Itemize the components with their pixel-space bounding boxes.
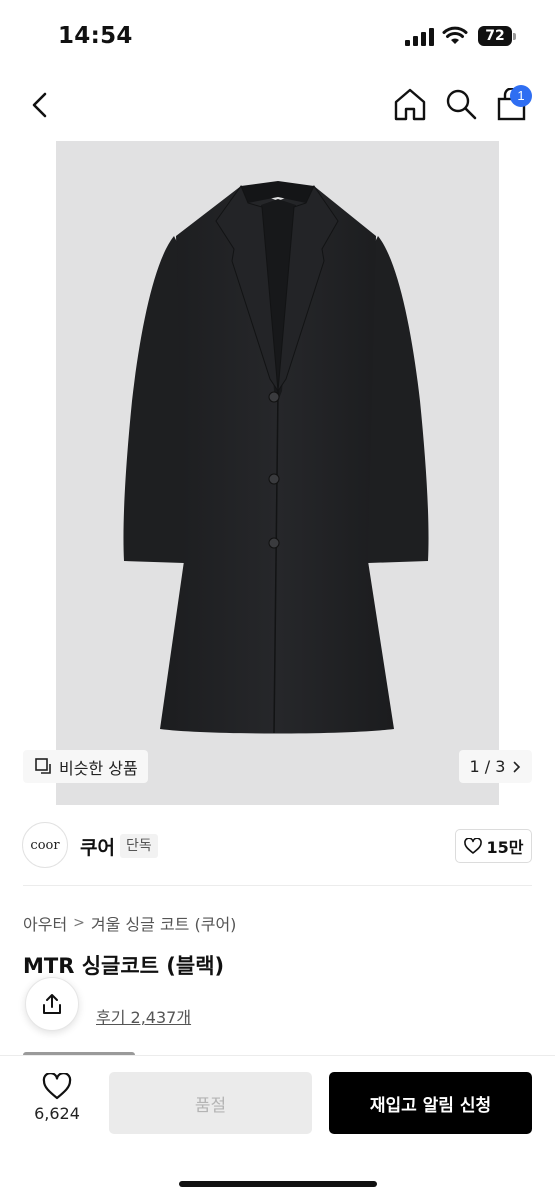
breadcrumb-category[interactable]: 아우터 (23, 911, 67, 935)
share-button[interactable] (25, 977, 79, 1031)
battery-level: 72 (478, 26, 512, 46)
coat-illustration (123, 181, 429, 734)
status-time: 14:54 (58, 23, 133, 49)
breadcrumb: 아우터 > 겨울 싱글 코트 (쿠어) (23, 911, 236, 935)
wifi-icon (442, 26, 468, 44)
product-image[interactable] (56, 141, 499, 805)
status-bar: 14:54 72 (0, 0, 555, 72)
section-divider (23, 885, 532, 886)
share-icon (43, 994, 61, 1014)
battery-indicator: 72 (478, 26, 516, 46)
product-title: MTR 싱글코트 (블랙) (23, 954, 225, 978)
search-icon[interactable] (444, 87, 478, 121)
home-indicator (179, 1181, 377, 1187)
cellular-signal-icon (405, 28, 434, 46)
back-arrow-icon[interactable] (26, 90, 54, 120)
similar-products-button[interactable]: 비슷한 상품 (23, 750, 148, 783)
review-count-link[interactable]: 후기 2,437개 (96, 1004, 191, 1028)
brand-like-button[interactable]: 15만 (455, 829, 532, 863)
brand-logo[interactable]: coor (22, 822, 68, 868)
wishlist-count: 6,624 (34, 1104, 80, 1123)
home-icon[interactable] (392, 87, 428, 121)
cart-count-badge: 1 (510, 85, 532, 107)
chevron-right-icon (514, 761, 521, 772)
heart-icon (42, 1073, 72, 1100)
top-navigation: 1 (0, 72, 555, 138)
exclusive-badge: 단독 (120, 834, 158, 858)
image-page-counter: 1 / 3 (469, 757, 506, 776)
image-page-indicator[interactable]: 1 / 3 (459, 750, 532, 783)
breadcrumb-subcategory[interactable]: 겨울 싱글 코트 (쿠어) (91, 911, 237, 935)
battery-tip (513, 33, 516, 40)
restock-alert-button[interactable]: 재입고 알림 신청 (329, 1072, 532, 1134)
brand-name[interactable]: 쿠어 (80, 833, 115, 860)
brand-like-count: 15만 (486, 838, 524, 857)
heart-icon (463, 838, 482, 854)
similar-products-label: 비슷한 상품 (59, 758, 138, 778)
chevron-right-icon: > (73, 915, 85, 931)
wishlist-button[interactable]: 6,624 (22, 1073, 92, 1133)
sold-out-button[interactable]: 품절 (109, 1072, 312, 1134)
copy-icon (35, 757, 51, 774)
